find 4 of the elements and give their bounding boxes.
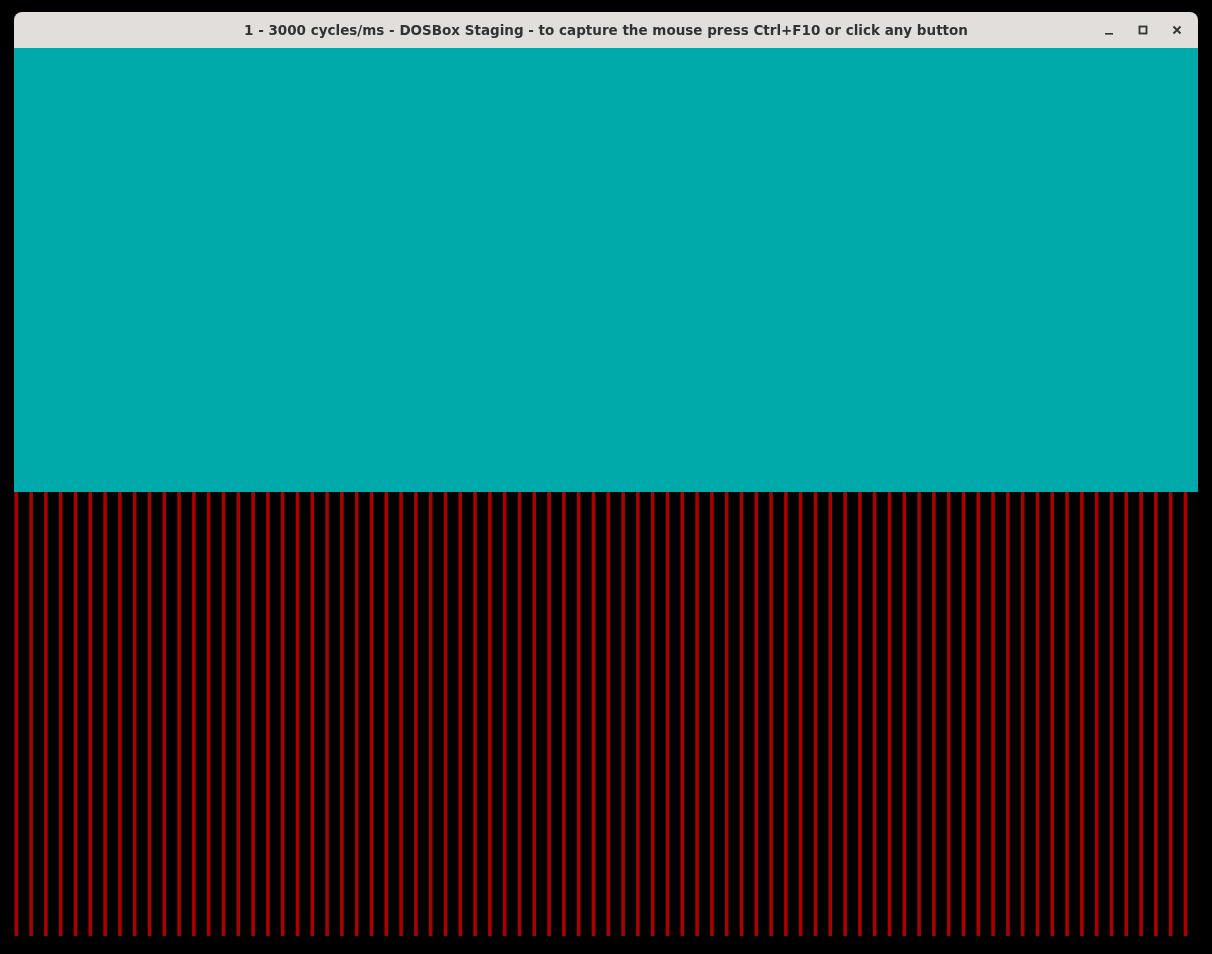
- minimize-icon: [1105, 33, 1113, 35]
- close-icon: [1172, 25, 1182, 35]
- maximize-icon: [1138, 25, 1148, 35]
- window-title: 1 - 3000 cycles/ms - DOSBox Staging - to capture the mouse press Ctrl+F10 or click any button: [244, 22, 968, 38]
